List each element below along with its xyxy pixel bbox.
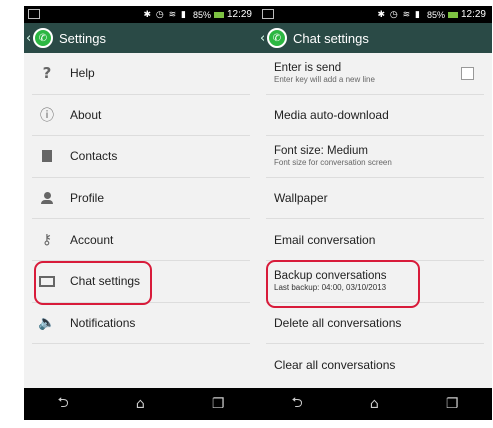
setting-label: Wallpaper: [274, 191, 328, 206]
back-nav-icon[interactable]: ⮌: [292, 392, 303, 416]
back-nav-icon[interactable]: ⮌: [58, 392, 69, 416]
notification-icon: [262, 9, 274, 19]
chat-setting-email-conversation[interactable]: Email conversation: [266, 219, 484, 261]
key-icon: ⚷: [41, 231, 53, 248]
back-icon[interactable]: ‹: [26, 31, 33, 46]
setting-label: Email conversation: [274, 232, 376, 247]
chat-setting-font-size[interactable]: Font size: Medium Font size for conversa…: [266, 136, 484, 178]
setting-label: Delete all conversations: [274, 315, 402, 330]
chat-settings-highlight: [34, 261, 152, 305]
battery-icon: [213, 11, 224, 18]
settings-item-about[interactable]: ⓘ About: [32, 95, 250, 137]
clock: 12:29: [460, 9, 486, 20]
chat-setting-clear-all-conversations[interactable]: Clear all conversations: [266, 344, 484, 386]
setting-sublabel: Enter key will add a new line: [274, 75, 375, 85]
whatsapp-logo-icon[interactable]: ✆: [267, 28, 287, 48]
chat-setting-wallpaper[interactable]: Wallpaper: [266, 178, 484, 220]
setting-text: Enter is send Enter key will add a new l…: [274, 62, 375, 84]
status-bar: ✱ ◷ ≋ ▮ 85% 12:29: [24, 6, 258, 23]
recents-nav-icon[interactable]: ❐: [446, 396, 459, 412]
battery-icon: [447, 11, 458, 18]
settings-item-profile[interactable]: Profile: [32, 178, 250, 220]
settings-item-help[interactable]: ? Help: [32, 53, 250, 95]
home-nav-icon[interactable]: ⌂: [370, 396, 379, 412]
settings-item-label: Help: [70, 66, 95, 81]
battery-text: 85%: [426, 9, 445, 20]
setting-label: Clear all conversations: [274, 357, 396, 372]
chat-setting-delete-all-conversations[interactable]: Delete all conversations: [266, 303, 484, 345]
whatsapp-logo-icon[interactable]: ✆: [33, 28, 53, 48]
chat-setting-enter-is-send[interactable]: Enter is send Enter key will add a new l…: [266, 53, 484, 95]
help-icon: ?: [42, 64, 52, 83]
settings-item-notifications[interactable]: 🔈 Notifications: [32, 303, 250, 345]
recents-nav-icon[interactable]: ❐: [212, 396, 225, 412]
status-bar: ✱ ◷ ≋ ▮ 85% 12:29: [258, 6, 492, 23]
info-icon: ⓘ: [40, 107, 54, 124]
profile-icon: [34, 192, 60, 205]
setting-label: Media auto-download: [274, 107, 389, 122]
settings-item-label: Notifications: [70, 315, 136, 330]
contacts-icon: [34, 150, 60, 163]
settings-item-label: About: [70, 107, 102, 122]
notification-icon: [28, 9, 40, 19]
page-title: Settings: [59, 30, 106, 46]
enter-is-send-checkbox[interactable]: [461, 67, 474, 80]
app-bar: ‹ ✆ Chat settings: [258, 23, 492, 53]
speaker-icon: 🔈: [38, 314, 56, 331]
settings-item-contacts[interactable]: Contacts: [32, 136, 250, 178]
chat-settings-list: Enter is send Enter key will add a new l…: [258, 53, 492, 386]
status-icons: ✱ ◷ ≋ ▮: [377, 9, 421, 20]
navigation-bar: ⮌ ⌂ ❐: [24, 388, 258, 420]
backup-conversations-highlight: [266, 260, 420, 308]
setting-label: Enter is send: [274, 62, 342, 75]
battery-text: 85%: [192, 9, 211, 20]
app-bar: ‹ ✆ Settings: [24, 23, 258, 53]
setting-label: Font size: Medium: [274, 145, 368, 158]
home-nav-icon[interactable]: ⌂: [136, 396, 145, 412]
chat-setting-media-auto-download[interactable]: Media auto-download: [266, 95, 484, 137]
setting-sublabel: Font size for conversation screen: [274, 158, 392, 168]
settings-item-label: Profile: [70, 191, 105, 206]
setting-text: Font size: Medium Font size for conversa…: [274, 145, 392, 167]
back-icon[interactable]: ‹: [260, 31, 267, 46]
settings-item-label: Contacts: [70, 149, 118, 164]
settings-item-label: Account: [70, 232, 114, 247]
settings-screen: ✱ ◷ ≋ ▮ 85% 12:29 ‹ ✆ Settings ? Help ⓘ …: [24, 6, 258, 420]
settings-item-account[interactable]: ⚷ Account: [32, 219, 250, 261]
status-icons: ✱ ◷ ≋ ▮: [143, 9, 187, 20]
settings-list: ? Help ⓘ About Contacts Profile ⚷ Accoun…: [24, 53, 258, 386]
page-title: Chat settings: [293, 30, 369, 46]
navigation-bar: ⮌ ⌂ ❐: [258, 388, 492, 420]
clock: 12:29: [226, 9, 252, 20]
chat-settings-screen: ✱ ◷ ≋ ▮ 85% 12:29 ‹ ✆ Chat settings Ente…: [258, 6, 492, 420]
